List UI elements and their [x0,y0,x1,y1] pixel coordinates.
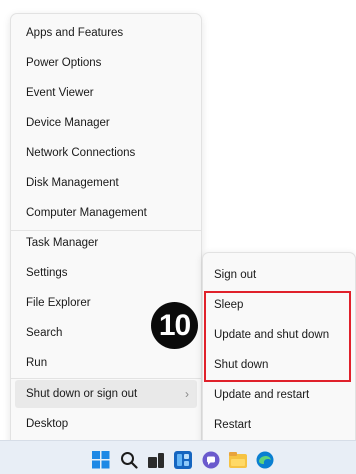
search-icon[interactable] [120,451,138,469]
menu-item-network-connections[interactable]: Network Connections [15,139,197,167]
shut-down-submenu: Sign out Sleep Update and shut down Shut… [202,252,356,470]
submenu-item-sign-out[interactable]: Sign out [207,261,351,289]
menu-item-apps-and-features[interactable]: Apps and Features [15,19,197,47]
submenu-item-shut-down[interactable]: Shut down [207,351,351,379]
windows-start-icon[interactable] [92,451,110,469]
menu-item-desktop[interactable]: Desktop [15,410,197,438]
submenu-item-restart[interactable]: Restart [207,411,351,439]
power-user-context-menu: Apps and Features Power Options Event Vi… [10,13,202,467]
menu-item-disk-management[interactable]: Disk Management [15,169,197,197]
menu-item-computer-management[interactable]: Computer Management [15,199,197,227]
task-view-icon[interactable] [147,451,165,469]
step-number-badge: 10 [151,302,198,349]
menu-divider [11,378,201,379]
menu-item-label: Shut down or sign out [26,388,138,400]
menu-item-task-manager[interactable]: Task Manager [15,229,197,257]
chevron-right-icon: › [185,387,189,401]
menu-item-shut-down-or-sign-out[interactable]: Shut down or sign out › [15,380,197,408]
teams-chat-icon[interactable] [202,451,220,469]
submenu-item-update-and-restart[interactable]: Update and restart [207,381,351,409]
taskbar [0,440,356,474]
file-explorer-icon[interactable] [229,451,247,469]
menu-item-run[interactable]: Run [15,349,197,377]
menu-item-power-options[interactable]: Power Options [15,49,197,77]
widgets-icon[interactable] [174,451,192,469]
submenu-item-update-and-shut-down[interactable]: Update and shut down [207,321,351,349]
menu-item-settings[interactable]: Settings [15,259,197,287]
menu-item-device-manager[interactable]: Device Manager [15,109,197,137]
menu-item-event-viewer[interactable]: Event Viewer [15,79,197,107]
edge-icon[interactable] [256,451,274,469]
submenu-item-sleep[interactable]: Sleep [207,291,351,319]
